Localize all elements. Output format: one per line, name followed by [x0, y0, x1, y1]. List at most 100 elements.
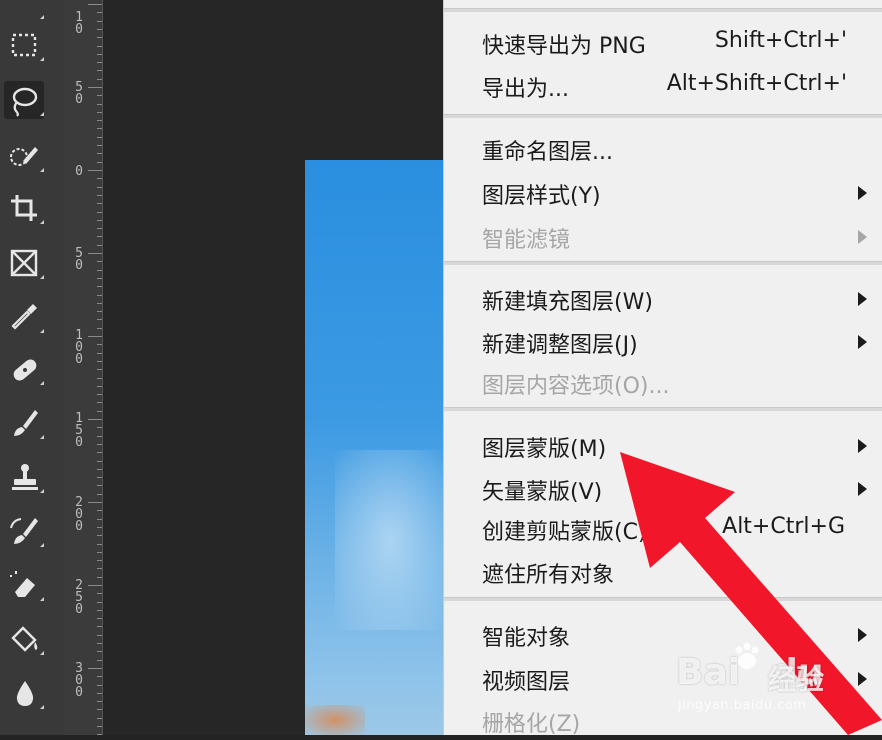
ruler-digit: 0: [75, 258, 83, 273]
ruler-tick: [97, 626, 102, 627]
ruler-tick: [97, 187, 102, 188]
menu-item-new-fill-layer[interactable]: 新建填充图层(W): [444, 278, 882, 318]
ruler-tick: [97, 411, 102, 412]
ruler-digit: 0: [75, 164, 83, 179]
healing-tool[interactable]: [4, 350, 44, 388]
paint-bucket-tool[interactable]: [4, 620, 44, 658]
brush-icon: [14, 410, 38, 436]
ruler-tick: [97, 228, 102, 229]
stamp-tool[interactable]: [4, 458, 44, 496]
ruler-tick: [88, 419, 102, 420]
ruler-tick: [88, 4, 102, 5]
ruler-digit: 0: [75, 92, 83, 107]
submenu-arrow-icon: [858, 186, 867, 200]
menu-separator: [444, 114, 882, 118]
menu-item-label: 图层样式(Y): [482, 184, 601, 209]
ruler-tick: [88, 253, 102, 254]
ruler-tick: [97, 568, 102, 569]
ruler-tick: [97, 245, 102, 246]
ruler-digit: 0: [75, 352, 83, 367]
menu-item-new-adjustment-layer[interactable]: 新建调整图层(J): [444, 321, 882, 361]
ruler-tick: [97, 685, 102, 686]
ruler-tick: [97, 286, 102, 287]
ruler-label: 0: [64, 164, 94, 179]
ruler-tick: [97, 70, 102, 71]
eraser-tool[interactable]: [4, 566, 44, 604]
menu-item-label: 新建填充图层(W): [482, 290, 653, 315]
ruler-tick: [88, 336, 102, 337]
tools-panel: [0, 0, 65, 735]
ruler-tick: [97, 236, 102, 237]
vertical-ruler[interactable]: 1050050100150200250300: [64, 0, 103, 735]
ruler-tick: [97, 54, 102, 55]
ruler-tick: [97, 79, 102, 80]
submenu-arrow-icon: [858, 292, 867, 306]
menu-item-label: 快速导出为 PNG: [482, 34, 646, 59]
menu-item-layer-style[interactable]: 图层样式(Y): [444, 172, 882, 212]
menu-item-label: 智能对象: [482, 626, 571, 651]
menu-item-export-as[interactable]: 导出为... Alt+Shift+Ctrl+': [444, 65, 882, 105]
tool-group-indicator: [40, 435, 44, 439]
tool-group-indicator: [40, 381, 44, 385]
ruler-tick: [97, 535, 102, 536]
canvas-image[interactable]: [305, 160, 445, 735]
ruler-tick: [88, 170, 102, 171]
drop-icon: [16, 681, 34, 706]
menu-item-rename-layer[interactable]: 重命名图层...: [444, 128, 882, 168]
quick-selection-icon: [10, 147, 38, 166]
ruler-tick: [97, 527, 102, 528]
lasso-icon: [12, 87, 38, 117]
ruler-tick: [97, 311, 102, 312]
crop-tool[interactable]: [4, 189, 44, 227]
ruler-tick: [88, 87, 102, 88]
eyedropper-tool[interactable]: [4, 298, 44, 336]
ruler-tick: [97, 178, 102, 179]
stamp-icon: [12, 464, 38, 490]
menu-item-quick-export-png[interactable]: 快速导出为 PNG Shift+Ctrl+': [444, 22, 882, 62]
ruler-tick: [97, 353, 102, 354]
ruler-digit: 0: [75, 22, 83, 37]
submenu-arrow-icon: [858, 230, 867, 244]
submenu-arrow-icon: [858, 335, 867, 349]
ruler-tick: [97, 104, 102, 105]
brush-tool[interactable]: [4, 404, 44, 442]
ruler-tick: [97, 693, 102, 694]
ruler-tick: [97, 128, 102, 129]
quick-selection-tool[interactable]: [4, 137, 44, 175]
ruler-tick: [97, 195, 102, 196]
watermark-sub: 经验: [768, 663, 825, 696]
ruler-tick: [97, 643, 102, 644]
ruler-tick: [97, 477, 102, 478]
ruler-label: 50: [64, 247, 94, 273]
ruler-tick: [97, 261, 102, 262]
menu-item-label: 重命名图层...: [482, 140, 613, 165]
ruler-digit: 0: [75, 519, 83, 534]
ruler-tick: [97, 444, 102, 445]
warm-tone-area: [305, 705, 365, 735]
ruler-tick: [97, 37, 102, 38]
lasso-tool[interactable]: [4, 81, 44, 119]
ruler-tick: [97, 112, 102, 113]
ruler-tick: [97, 295, 102, 296]
menu-separator: [444, 8, 882, 12]
tool-group-indicator: [40, 112, 44, 116]
baidu-jingyan-watermark: Bai du 经验 jingyan.baidu.com: [676, 640, 876, 730]
ruler-tick: [97, 602, 102, 603]
ruler-digit: 0: [75, 602, 83, 617]
ruler-tick: [97, 552, 102, 553]
blur-tool[interactable]: [4, 674, 44, 712]
tool-group-indicator: [40, 597, 44, 601]
ruler-digit: 0: [75, 435, 83, 450]
tool-group-indicator: [40, 220, 44, 224]
ruler-tick: [97, 303, 102, 304]
ruler-tick: [97, 137, 102, 138]
history-brush-tool[interactable]: [4, 512, 44, 550]
ruler-tick: [97, 203, 102, 204]
menu-item-label: 矢量蒙版(V): [482, 480, 603, 505]
move-tool[interactable]: [4, 0, 44, 22]
marquee-tool[interactable]: [4, 26, 44, 64]
tool-group-indicator: [40, 275, 44, 279]
frame-tool[interactable]: [4, 244, 44, 282]
crop-icon: [11, 195, 37, 221]
ruler-tick: [97, 62, 102, 63]
